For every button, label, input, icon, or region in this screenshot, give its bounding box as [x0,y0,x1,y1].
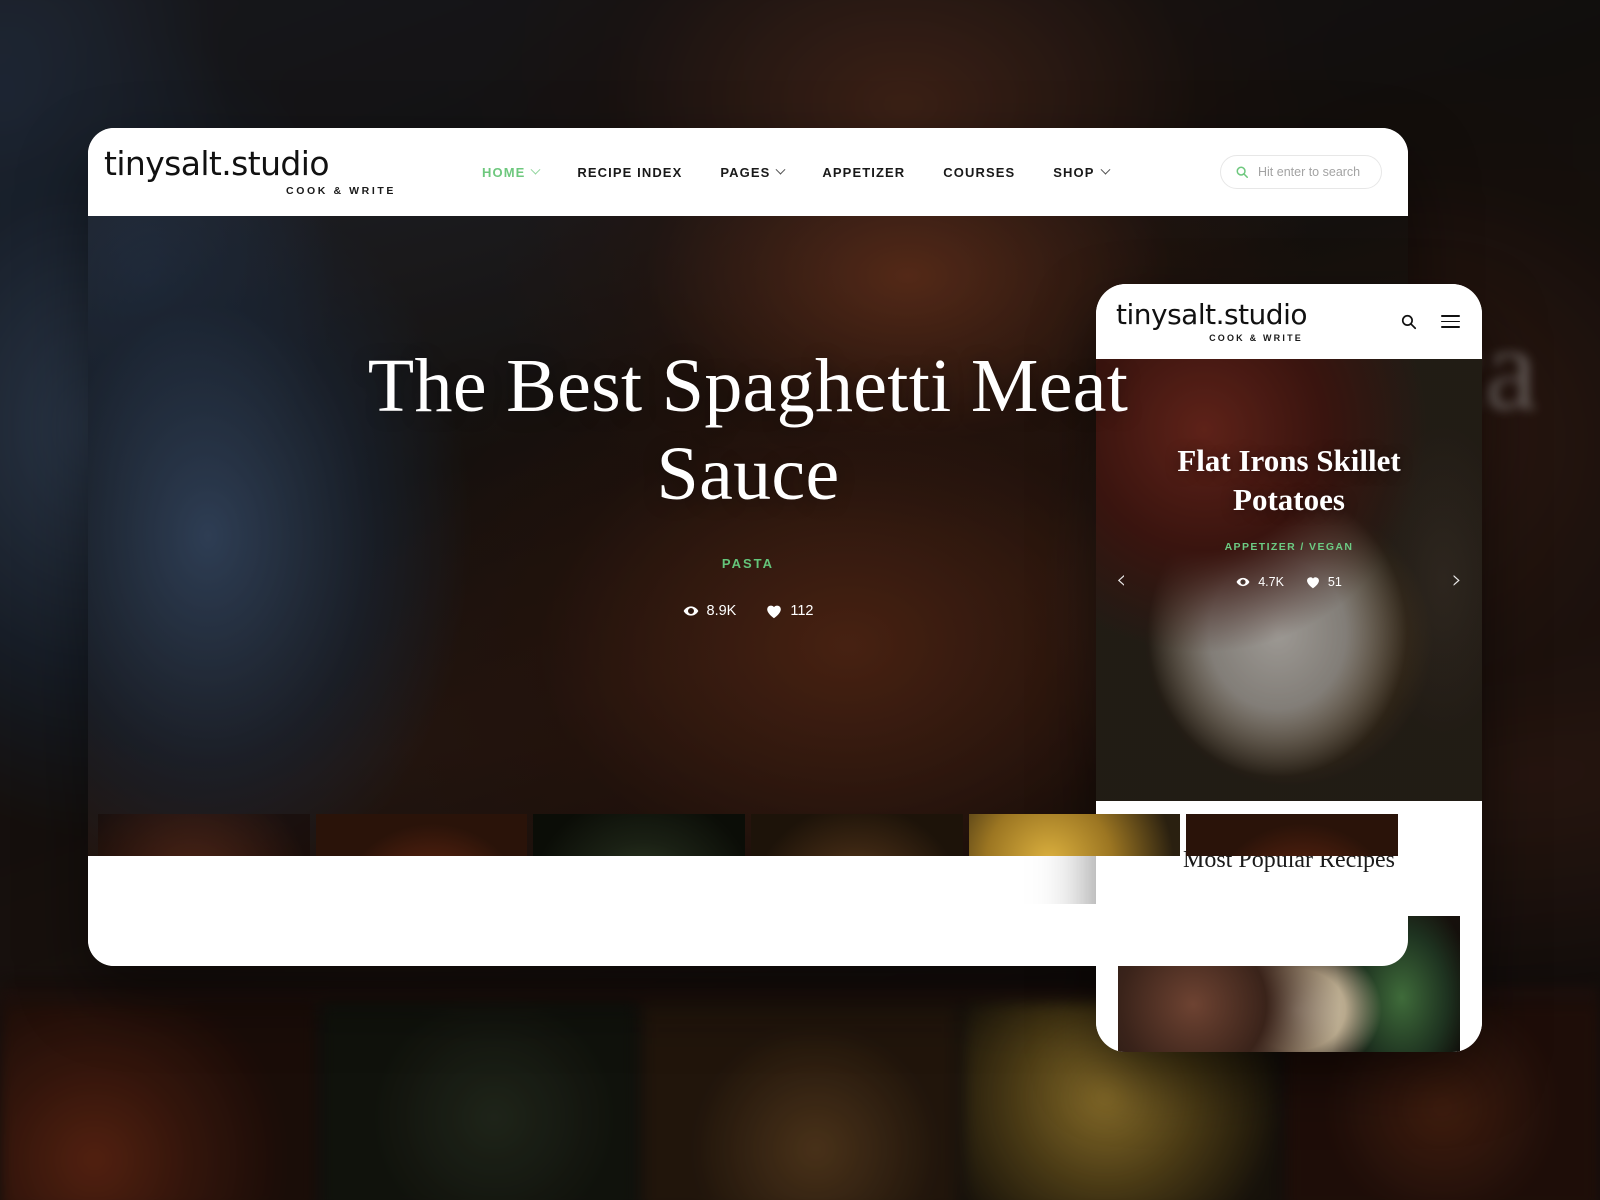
main-menu: HOME RECIPE INDEX PAGES APPETIZER COURSE… [482,164,1110,180]
search-icon [1236,166,1249,179]
desktop-page-footer-space [88,904,1408,966]
hero-thumbnail-strip [88,814,1408,856]
thumb-yellow-soup[interactable] [968,814,1181,856]
heart-icon [767,605,782,618]
chevron-down-icon [1100,164,1110,175]
nav-item-recipe-index[interactable]: RECIPE INDEX [577,165,682,180]
chevron-down-icon [530,164,541,175]
like-count-label: 112 [790,603,814,620]
heart-icon [1306,576,1319,588]
mobile-hero-stats: 4.7K 51 [1236,575,1342,589]
mobile-hero-slider: ‹ › Flat Irons Skillet Potatoes APPETIZE… [1096,359,1482,801]
mobile-hero-category[interactable]: APPETIZER / VEGAN [1225,541,1354,553]
nav-label: HOME [482,164,526,180]
mobile-like-count[interactable]: 51 [1306,575,1342,589]
nav-item-home[interactable]: HOME [482,164,541,180]
mobile-hero-content: Flat Irons Skillet Potatoes APPETIZER / … [1096,359,1482,801]
nav-item-shop[interactable]: SHOP [1053,164,1110,180]
mobile-hero-title: Flat Irons Skillet Potatoes [1177,443,1401,518]
hero-like-count[interactable]: 112 [766,603,813,619]
thumb-greens[interactable] [98,814,310,856]
thumb-red-sauce[interactable] [1186,814,1399,856]
nav-label: SHOP [1053,164,1095,180]
nav-label: RECIPE INDEX [577,164,683,180]
search-input[interactable] [1258,165,1367,179]
thumb-skillet-potatoes[interactable] [751,814,963,856]
search-box[interactable] [1220,155,1382,189]
nav-item-appetizer[interactable]: APPETIZER [822,165,905,180]
hamburger-icon[interactable] [1441,315,1460,328]
eye-icon [1236,578,1250,587]
nav-item-courses[interactable]: COURSES [943,165,1015,180]
logo-tagline: COOK & WRITE [286,185,396,197]
mobile-view-count: 4.7K [1236,575,1284,589]
hero-title: The Best Spaghetti Meat Sauce [367,344,1129,517]
slider-next-button[interactable]: › [1452,567,1462,593]
mobile-view-count-label: 4.7K [1258,575,1284,590]
desktop-navbar: tinysalt.studio COOK & WRITE HOME RECIPE… [88,128,1408,216]
thumb-spaghetti-meat-sauce[interactable] [315,814,528,856]
view-count-label: 8.9K [706,603,737,620]
eye-icon [683,606,698,616]
site-logo[interactable]: tinysalt.studio COOK & WRITE [104,147,404,197]
thumb-dark-greens-jars[interactable] [533,814,746,856]
mobile-nav-icons [1400,313,1460,330]
hero-stats: 8.9K 112 [683,603,813,620]
nav-label: COURSES [943,164,1016,180]
slider-prev-button[interactable]: ‹ [1116,567,1126,593]
nav-label: PAGES [720,164,771,180]
nav-label: APPETIZER [822,164,906,180]
logo-name: tinysalt.studio [104,144,330,183]
mobile-like-count-label: 51 [1327,575,1342,590]
nav-item-pages[interactable]: PAGES [720,164,786,180]
hero-category[interactable]: PASTA [722,556,774,571]
chevron-down-icon [775,164,786,175]
hero-view-count: 8.9K [683,603,737,620]
